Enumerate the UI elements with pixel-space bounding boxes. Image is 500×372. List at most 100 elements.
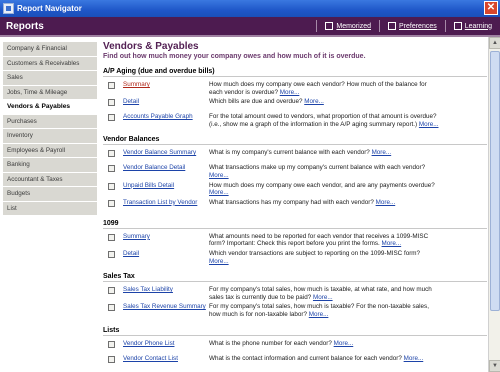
header-divider: [379, 20, 380, 32]
report-checkbox[interactable]: [108, 165, 115, 173]
more-link[interactable]: More...: [209, 172, 229, 179]
reports-header: Reports Memorized Preferences Learning: [0, 17, 500, 37]
report-row: Unpaid Bills Detail How much does my comp…: [103, 182, 487, 197]
report-description-text: How much does my company owe each vendor…: [209, 81, 427, 96]
report-list-pane: Vendors & Payables Find out how much mon…: [100, 37, 487, 372]
vertical-scrollbar[interactable]: ▲ ▼: [488, 37, 500, 372]
report-description: How much does my company owe each vendor…: [209, 81, 439, 96]
page-title: Vendors & Payables: [103, 41, 199, 52]
header-divider: [316, 20, 318, 32]
report-link[interactable]: Sales Tax Revenue Summary: [123, 303, 209, 311]
sidebar-item[interactable]: Vendors & Payables: [3, 100, 97, 115]
report-checkbox[interactable]: [108, 199, 115, 207]
memorized-link[interactable]: Memorized: [325, 22, 371, 30]
scroll-down-arrow-icon[interactable]: ▼: [489, 360, 500, 372]
scroll-up-arrow-icon[interactable]: ▲: [489, 37, 500, 49]
sidebar-item[interactable]: Sales: [3, 71, 97, 86]
sidebar-item[interactable]: Customers & Receivables: [3, 56, 97, 71]
report-description-text: For the total amount owed to vendors, wh…: [209, 113, 437, 128]
more-link[interactable]: More...: [304, 98, 324, 105]
report-link[interactable]: Vendor Balance Detail: [123, 164, 209, 172]
report-checkbox[interactable]: [108, 233, 115, 241]
sidebar-item[interactable]: Accountant & Taxes: [3, 172, 97, 187]
more-link[interactable]: More...: [209, 189, 229, 196]
report-row: Accounts Payable Graph For the total amou…: [103, 113, 487, 128]
page-subtitle: Find out how much money your company owe…: [103, 53, 366, 60]
report-description-text: What transactions make up my company's c…: [209, 164, 426, 172]
more-link[interactable]: More...: [376, 199, 396, 206]
report-checkbox[interactable]: [108, 355, 115, 363]
app-icon: [3, 3, 14, 14]
report-description: Which bills are due and overdue? More...: [209, 98, 439, 106]
report-checkbox[interactable]: [108, 150, 115, 158]
report-checkbox[interactable]: [108, 250, 115, 258]
report-link[interactable]: Transaction List by Vendor: [123, 199, 209, 207]
report-checkbox[interactable]: [108, 182, 115, 190]
report-checkbox[interactable]: [108, 99, 115, 107]
section-heading: Lists: [103, 327, 487, 336]
more-link[interactable]: More...: [209, 258, 229, 265]
report-description-text: What is the phone number for each vendor…: [209, 339, 332, 347]
more-link[interactable]: More...: [372, 149, 392, 156]
report-link[interactable]: Vendor Balance Summary: [123, 149, 209, 157]
report-description-text: What transactions has my company had wit…: [209, 198, 374, 206]
report-link[interactable]: Vendor Phone List: [123, 340, 209, 348]
learning-label: Learning: [464, 22, 492, 30]
sidebar-item[interactable]: Employees & Payroll: [3, 143, 97, 158]
section-heading: Vendor Balances: [103, 136, 487, 146]
sidebar-item[interactable]: List: [3, 201, 97, 216]
sidebar-item[interactable]: Jobs, Time & Mileage: [3, 85, 97, 100]
sidebar-item[interactable]: Banking: [3, 158, 97, 173]
report-description: How much does my company owe each vendor…: [209, 182, 439, 197]
report-description-text: Which bills are due and overdue?: [209, 98, 303, 106]
report-section: 1099 Summary What amounts need to be repor…: [103, 220, 487, 265]
more-link[interactable]: More...: [334, 340, 354, 347]
report-description: What is my company's current balance wit…: [209, 149, 439, 157]
report-description: What is the contact information and curr…: [209, 355, 439, 363]
report-description-text: How much does my company owe each vendor…: [209, 181, 435, 189]
close-button[interactable]: ✕: [484, 1, 498, 15]
more-link[interactable]: More...: [280, 89, 300, 96]
report-link[interactable]: Detail: [123, 98, 209, 106]
report-checkbox[interactable]: [108, 340, 115, 348]
report-description: Which vendor transactions are subject to…: [209, 250, 439, 265]
report-link[interactable]: Accounts Payable Graph: [123, 113, 209, 121]
report-row: Summary How much does my company owe each…: [103, 81, 487, 96]
sidebar-item[interactable]: Company & Financial: [3, 42, 97, 57]
more-link[interactable]: More...: [382, 240, 402, 247]
report-link[interactable]: Summary: [123, 233, 209, 241]
sidebar-item[interactable]: Inventory: [3, 129, 97, 144]
report-link[interactable]: Vendor Contact List: [123, 355, 209, 363]
learning-link[interactable]: Learning: [453, 22, 492, 30]
report-section: Sales Tax Sales Tax Liability For my compa…: [103, 273, 487, 318]
more-link[interactable]: More...: [404, 355, 424, 362]
report-description-text: Which vendor transactions are subject to…: [209, 249, 421, 257]
report-row: Vendor Balance Detail What transactions m…: [103, 164, 487, 179]
sidebar-item[interactable]: Budgets: [3, 187, 97, 202]
more-link[interactable]: More...: [419, 121, 439, 128]
scroll-thumb[interactable]: [490, 51, 500, 311]
sidebar-item[interactable]: Purchases: [3, 114, 97, 129]
section-heading: 1099: [103, 220, 487, 229]
report-checkbox[interactable]: [108, 114, 115, 122]
report-checkbox[interactable]: [108, 287, 115, 295]
report-row: Vendor Contact List What is the contact i…: [103, 355, 487, 368]
report-row: Detail Which bills are due and overdue? M…: [103, 98, 487, 111]
report-checkbox[interactable]: [108, 82, 115, 89]
report-description: What transactions has my company had wit…: [209, 199, 439, 207]
report-row: Vendor Phone List What is the phone numbe…: [103, 340, 487, 353]
more-link[interactable]: More...: [309, 311, 329, 318]
memorized-label: Memorized: [336, 22, 371, 30]
section-heading: Sales Tax: [103, 273, 487, 283]
report-link[interactable]: Summary: [123, 81, 209, 89]
report-link[interactable]: Detail: [123, 250, 209, 258]
report-checkbox[interactable]: [108, 304, 115, 312]
report-row: Sales Tax Revenue Summary For my company'…: [103, 303, 487, 318]
more-link[interactable]: More...: [313, 294, 333, 301]
report-link[interactable]: Unpaid Bills Detail: [123, 182, 209, 190]
window-title: Report Navigator: [17, 4, 82, 13]
preferences-link[interactable]: Preferences: [388, 22, 437, 30]
report-description: For my company's total sales, how much i…: [209, 303, 439, 318]
report-description-text: What is my company's current balance wit…: [209, 149, 370, 157]
report-link[interactable]: Sales Tax Liability: [123, 286, 209, 294]
